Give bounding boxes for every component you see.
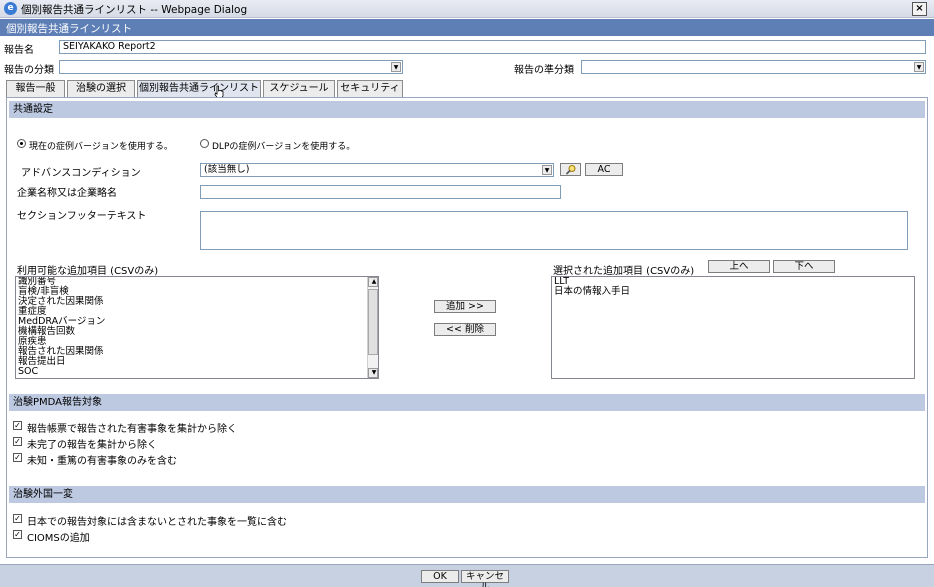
- foreign-check-2[interactable]: ✓: [13, 530, 22, 539]
- common-settings-header: 共通設定: [9, 101, 925, 118]
- scroll-down-icon[interactable]: ▼: [368, 368, 378, 378]
- app-header-title: 個別報告共通ラインリスト: [6, 23, 132, 35]
- available-items-list[interactable]: 識別番号 盲検/非盲検 決定された因果関係 重症度 MedDRAバージョン 機構…: [15, 276, 379, 379]
- sub-classification-select[interactable]: ▼: [581, 60, 926, 74]
- tab-line-list[interactable]: 個別報告共通ラインリスト: [137, 80, 261, 97]
- company-name-input[interactable]: [200, 185, 561, 199]
- move-up-button[interactable]: 上へ: [708, 260, 770, 273]
- tab-schedule[interactable]: スケジュール: [263, 80, 335, 97]
- tab-general[interactable]: 報告一般: [6, 80, 65, 97]
- foreign-check-1-label: 日本での報告対象には含まないとされた事象を一覧に含む: [27, 517, 287, 528]
- scroll-up-icon[interactable]: ▲: [368, 277, 378, 287]
- ok-button[interactable]: OK: [421, 570, 459, 583]
- pmda-check-3-label: 未知・重篤の有害事象のみを含む: [27, 456, 177, 467]
- chevron-down-icon[interactable]: ▼: [542, 165, 552, 175]
- ie-icon: e: [4, 2, 17, 15]
- foreign-check-2-label: CIOMSの追加: [27, 533, 90, 544]
- advanced-condition-label: アドバンスコンディション: [21, 168, 141, 179]
- app-header: 個別報告共通ラインリスト: [0, 19, 934, 36]
- selected-items-list[interactable]: LLT 日本の情報入手日: [551, 276, 915, 379]
- report-name-input[interactable]: SEIYAKAKO Report2: [59, 40, 926, 54]
- radio-current-version[interactable]: [17, 139, 26, 148]
- list-item[interactable]: SOC: [16, 367, 378, 377]
- close-button[interactable]: ×: [912, 2, 927, 16]
- chevron-down-icon[interactable]: ▼: [391, 62, 401, 72]
- available-items-label: 利用可能な追加項目 (CSVのみ): [17, 266, 159, 277]
- pmda-check-2[interactable]: ✓: [13, 437, 22, 446]
- tab-security[interactable]: セキュリティ: [337, 80, 403, 97]
- report-name-label: 報告名: [4, 45, 34, 56]
- add-button[interactable]: 追加 >>: [434, 300, 496, 313]
- scroll-thumb[interactable]: [368, 289, 378, 355]
- radio-dlp-version[interactable]: [200, 139, 209, 148]
- company-name-label: 企業名称又は企業略名: [17, 188, 117, 199]
- list-item[interactable]: 報告提出日: [16, 357, 378, 367]
- search-icon: [565, 165, 575, 175]
- list-item[interactable]: 日本の情報入手日: [552, 287, 914, 297]
- remove-button[interactable]: << 削除: [434, 323, 496, 336]
- section-footer-label: セクションフッターテキスト: [17, 211, 147, 222]
- ac-button[interactable]: AC: [585, 163, 623, 176]
- window-title: 個別報告共通ラインリスト -- Webpage Dialog: [21, 4, 248, 16]
- section-footer-textarea[interactable]: [200, 211, 908, 250]
- classification-label: 報告の分類: [4, 65, 54, 76]
- cancel-button[interactable]: キャンセル: [461, 570, 509, 587]
- radio-current-label: 現在の症例バージョンを使用する。: [29, 142, 173, 152]
- pmda-check-1-label: 報告帳票で報告された有害事象を集計から除く: [27, 424, 237, 435]
- pmda-check-3[interactable]: ✓: [13, 453, 22, 462]
- list-item[interactable]: 決定された因果関係: [16, 297, 378, 307]
- window-titlebar: e 個別報告共通ラインリスト -- Webpage Dialog ×: [0, 0, 934, 18]
- pmda-section-header: 治験PMDA報告対象: [9, 394, 925, 411]
- move-down-button[interactable]: 下へ: [773, 260, 835, 273]
- list-item[interactable]: 報告された因果関係: [16, 347, 378, 357]
- foreign-section-header: 治験外国一変: [9, 486, 925, 503]
- chevron-down-icon[interactable]: ▼: [914, 62, 924, 72]
- classification-select[interactable]: ▼: [59, 60, 403, 74]
- search-button[interactable]: [560, 163, 581, 176]
- list-item[interactable]: 識別番号: [16, 277, 378, 287]
- tab-trial-select[interactable]: 治験の選択: [67, 80, 135, 97]
- sub-classification-label: 報告の準分類: [514, 65, 574, 76]
- list-item[interactable]: 機構報告回数: [16, 327, 378, 337]
- selected-items-label: 選択された追加項目 (CSVのみ): [553, 266, 695, 277]
- advanced-condition-select[interactable]: (該当無し) ▼: [200, 163, 554, 177]
- list-scrollbar[interactable]: ▲ ▼: [367, 277, 378, 378]
- radio-dlp-label: DLPの症例バージョンを使用する。: [212, 142, 356, 152]
- main-panel: 共通設定 現在の症例バージョンを使用する。 DLPの症例バージョンを使用する。 …: [6, 97, 928, 558]
- pmda-check-2-label: 未完了の報告を集計から除く: [27, 440, 157, 451]
- pmda-check-1[interactable]: ✓: [13, 421, 22, 430]
- dialog-footer: OK キャンセル: [0, 564, 934, 587]
- foreign-check-1[interactable]: ✓: [13, 514, 22, 523]
